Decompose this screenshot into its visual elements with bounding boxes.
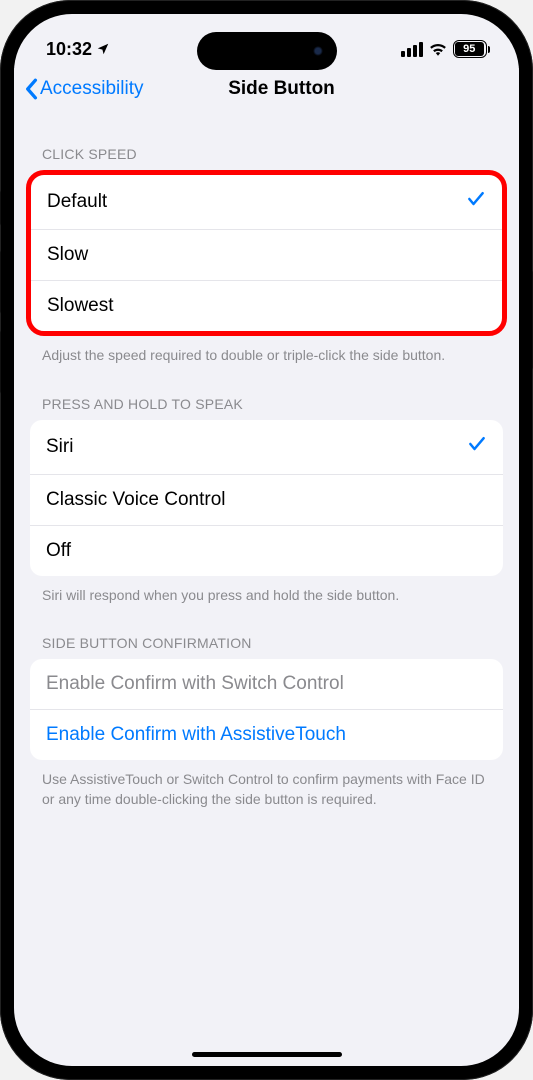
click-speed-card: Default Slow Slowest — [26, 170, 507, 336]
home-indicator[interactable] — [192, 1052, 342, 1057]
nav-bar: Accessibility Side Button — [14, 68, 519, 116]
click-speed-header: CLICK SPEED — [14, 116, 519, 170]
confirmation-footer: Use AssistiveTouch or Switch Control to … — [14, 760, 519, 809]
enable-assistive-touch[interactable]: Enable Confirm with AssistiveTouch — [30, 710, 503, 760]
cell-signal-icon — [401, 42, 423, 57]
option-label: Slowest — [47, 295, 114, 317]
option-label: Slow — [47, 244, 88, 266]
hw-volume-down — [0, 330, 1, 394]
status-time: 10:32 — [46, 39, 92, 60]
press-hold-card: Siri Classic Voice Control Off — [30, 420, 503, 576]
hw-volume-up — [0, 250, 1, 314]
screen: 10:32 95 — [14, 14, 519, 1066]
option-label: Classic Voice Control — [46, 489, 226, 511]
battery-level: 95 — [455, 42, 484, 56]
wifi-icon — [429, 42, 447, 56]
click-speed-footer: Adjust the speed required to double or t… — [14, 336, 519, 366]
option-label: Siri — [46, 436, 73, 458]
checkmark-icon — [467, 434, 487, 460]
option-label: Off — [46, 540, 71, 562]
click-speed-slowest[interactable]: Slowest — [31, 281, 502, 331]
battery-icon: 95 — [453, 40, 487, 58]
option-label: Enable Confirm with Switch Control — [46, 673, 344, 695]
option-label: Default — [47, 191, 107, 213]
click-speed-slow[interactable]: Slow — [31, 230, 502, 281]
enable-switch-control[interactable]: Enable Confirm with Switch Control — [30, 659, 503, 710]
press-hold-header: PRESS AND HOLD TO SPEAK — [14, 366, 519, 420]
press-hold-off[interactable]: Off — [30, 526, 503, 576]
press-hold-classic[interactable]: Classic Voice Control — [30, 475, 503, 526]
dynamic-island — [197, 32, 337, 70]
location-icon — [96, 42, 110, 56]
content-scroll[interactable]: CLICK SPEED Default Slow Slowest Adjust … — [14, 116, 519, 1066]
press-hold-siri[interactable]: Siri — [30, 420, 503, 475]
click-speed-default[interactable]: Default — [31, 175, 502, 230]
press-hold-footer: Siri will respond when you press and hol… — [14, 576, 519, 606]
phone-frame: 10:32 95 — [0, 0, 533, 1080]
option-label: Enable Confirm with AssistiveTouch — [46, 724, 346, 746]
checkmark-icon — [466, 189, 486, 215]
confirmation-header: SIDE BUTTON CONFIRMATION — [14, 605, 519, 659]
back-label: Accessibility — [40, 78, 143, 100]
confirmation-card: Enable Confirm with Switch Control Enabl… — [30, 659, 503, 760]
back-button[interactable]: Accessibility — [24, 78, 143, 100]
hw-mute-switch — [0, 190, 1, 226]
